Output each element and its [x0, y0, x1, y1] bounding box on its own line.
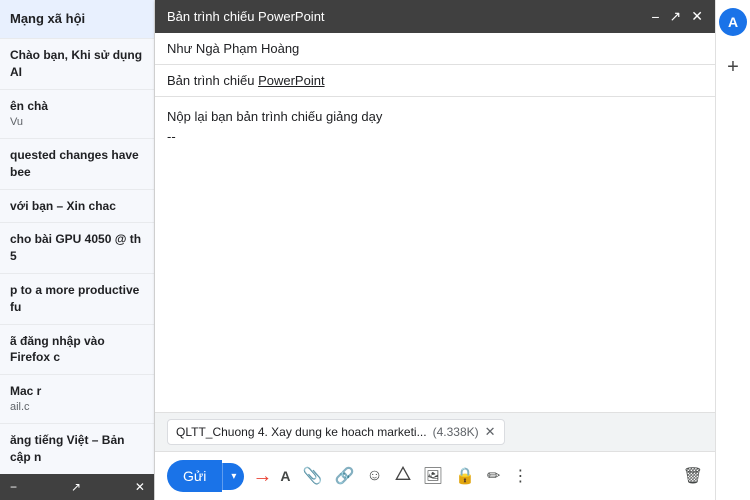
mini-bar-minimize[interactable]: −: [10, 480, 17, 494]
list-item[interactable]: với bạn – Xin chac: [0, 190, 154, 224]
to-field: Như Ngà Phạm Hoàng: [155, 33, 715, 65]
mini-bar-resize[interactable]: ↗: [71, 480, 81, 494]
to-value: Như Ngà Phạm Hoàng: [167, 41, 299, 56]
attachment-close-icon[interactable]: ✕: [485, 424, 496, 440]
send-arrow-icon: →: [252, 465, 272, 488]
list-item[interactable]: ăng tiếng Việt – Bản cập n: [0, 424, 154, 475]
mini-compose-bar: − ↗ ✕: [0, 474, 155, 500]
compose-title: Bản trình chiếu PowerPoint: [167, 9, 325, 24]
compose-toolbar: Gửi ▾ → A 📎 🔗 ☺ 🖼 🔒 ✏ ⋮ 🗑: [155, 451, 715, 500]
subject-field: Bản trình chiếu PowerPoint: [155, 65, 715, 97]
delete-draft-icon[interactable]: 🗑: [683, 466, 703, 486]
maximize-icon[interactable]: ↗: [670, 8, 682, 25]
avatar[interactable]: A: [719, 8, 747, 36]
lock-icon[interactable]: 🔒: [451, 462, 479, 490]
email-sender: ên chà: [10, 98, 144, 115]
list-item[interactable]: ên chà Vu: [0, 90, 154, 139]
list-item[interactable]: Mac r ail.c: [0, 375, 154, 424]
email-list: Mạng xã hội Chào bạn, Khi sử dụng AI ên …: [0, 0, 155, 500]
attachment-chip: QLTT_Chuong 4. Xay dung ke hoach marketi…: [167, 419, 505, 445]
email-preview: ail.c: [10, 400, 144, 415]
emoji-icon[interactable]: ☺: [362, 463, 386, 489]
list-item[interactable]: Chào bạn, Khi sử dụng AI: [0, 39, 154, 90]
email-sender: ã đăng nhập vào Firefox c: [10, 333, 144, 367]
photo-icon[interactable]: 🖼: [419, 462, 447, 490]
send-dropdown-button[interactable]: ▾: [222, 463, 244, 490]
email-sender: với bạn – Xin chac: [10, 198, 144, 215]
list-item[interactable]: cho bài GPU 4050 @ th 5: [0, 223, 154, 274]
subject-label: Bản trình chiếu: [167, 73, 254, 88]
list-item[interactable]: ã đăng nhập vào Firefox c: [0, 325, 154, 376]
body-line2: --: [167, 127, 703, 147]
list-item[interactable]: quested changes have bee: [0, 139, 154, 190]
compose-header-actions: − ↗ ✕: [651, 8, 703, 25]
close-icon[interactable]: ✕: [691, 8, 703, 25]
plus-symbol: +: [727, 56, 739, 79]
add-icon[interactable]: +: [718, 52, 748, 82]
attachment-size: (4.338K): [433, 425, 479, 439]
email-list-title: Mạng xã hội: [10, 11, 85, 26]
email-sender: Mac r: [10, 383, 144, 400]
list-item[interactable]: p to a more productive fu: [0, 274, 154, 325]
email-sender: quested changes have bee: [10, 147, 144, 181]
email-list-header: Mạng xã hội: [0, 0, 154, 39]
right-sidebar: A +: [715, 0, 750, 500]
compose-window: Bản trình chiếu PowerPoint − ↗ ✕ Như Ngà…: [155, 0, 715, 500]
compose-header: Bản trình chiếu PowerPoint − ↗ ✕: [155, 0, 715, 33]
insert-link-icon[interactable]: 🔗: [330, 462, 358, 490]
email-sender: ăng tiếng Việt – Bản cập n: [10, 432, 144, 466]
body-line1: Nộp lại bạn bản trình chiếu giảng dạy: [167, 107, 703, 127]
email-sender: p to a more productive fu: [10, 282, 144, 316]
compose-body[interactable]: Nộp lại bạn bản trình chiếu giảng dạy --: [155, 97, 715, 412]
email-preview: Vu: [10, 115, 144, 130]
send-button-group: Gửi ▾: [167, 460, 244, 492]
email-sender: Chào bạn, Khi sử dụng AI: [10, 47, 144, 81]
subject-underlined: PowerPoint: [258, 73, 324, 88]
send-button[interactable]: Gửi: [167, 460, 222, 492]
minimize-icon[interactable]: −: [651, 9, 659, 25]
format-text-icon[interactable]: A: [276, 464, 294, 488]
attachment-name: QLTT_Chuong 4. Xay dung ke hoach marketi…: [176, 425, 427, 439]
signature-icon[interactable]: ✏: [483, 462, 504, 490]
attach-file-icon[interactable]: 📎: [299, 462, 327, 490]
drive-icon[interactable]: [391, 462, 415, 491]
email-sender: cho bài GPU 4050 @ th 5: [10, 231, 144, 265]
more-options-icon[interactable]: ⋮: [508, 462, 532, 490]
avatar-letter: A: [728, 14, 738, 30]
mini-bar-close[interactable]: ✕: [135, 480, 145, 494]
attachment-bar: QLTT_Chuong 4. Xay dung ke hoach marketi…: [155, 412, 715, 451]
